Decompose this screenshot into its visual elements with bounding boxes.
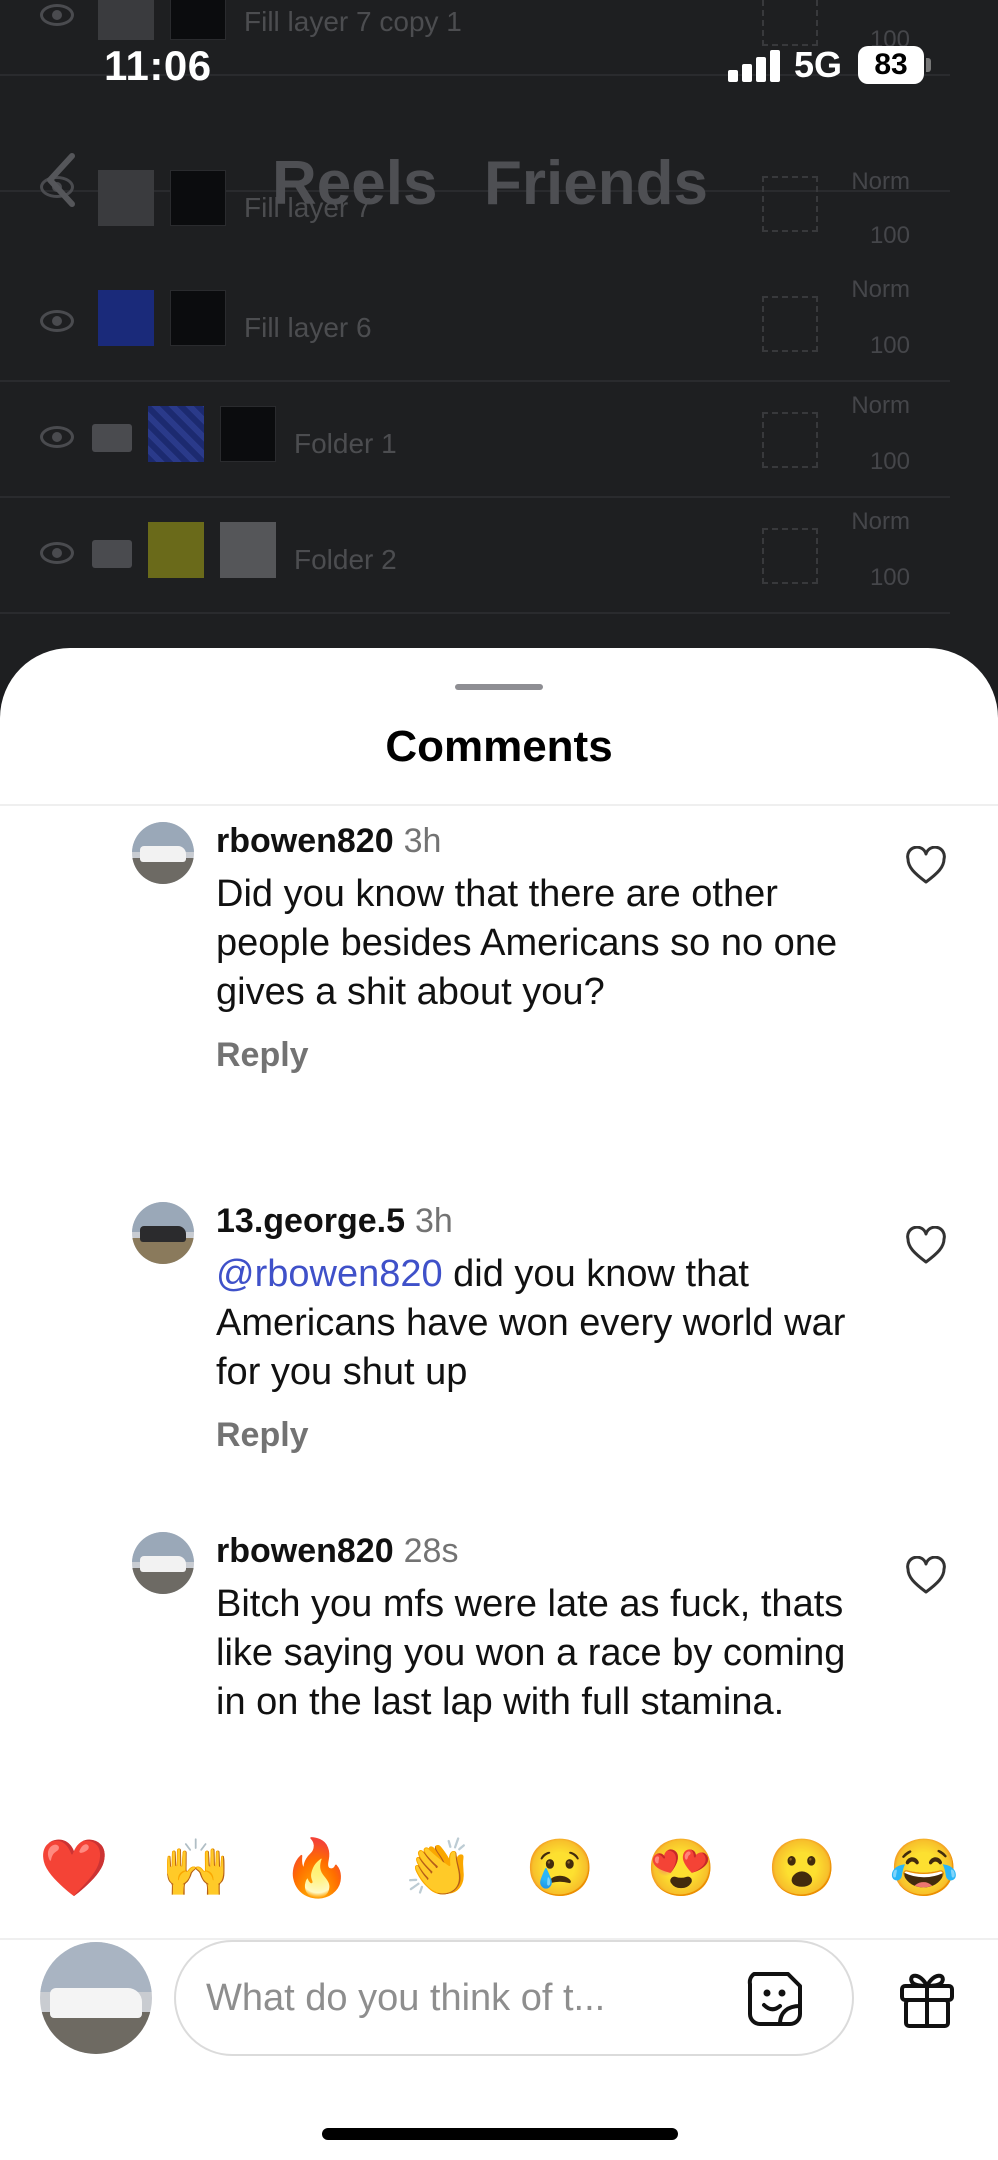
gift-icon[interactable]: [896, 1966, 958, 2030]
comment-time: 28s: [403, 1532, 459, 1570]
sheet-title: Comments: [385, 722, 613, 771]
reply-button[interactable]: Reply: [216, 1416, 309, 1455]
layer-opacity: 100: [869, 564, 910, 591]
emoji-reaction-heart-eyes[interactable]: 😍: [645, 1832, 717, 1904]
comment-body: Bitch you mfs were late as fuck, thats l…: [216, 1583, 846, 1723]
comment-text: Did you know that there are other people…: [216, 870, 876, 1017]
comment-username[interactable]: rbowen820: [216, 1532, 394, 1570]
comment-mention[interactable]: @rbowen820: [216, 1253, 443, 1295]
layer-slot: [762, 412, 818, 468]
layer-slot: [762, 296, 818, 352]
layer-thumbnail: [98, 290, 154, 346]
layer-thumbnail: [98, 170, 154, 226]
layer-thumbnail: [148, 522, 204, 578]
emoji-reaction-laughing[interactable]: 😂: [888, 1832, 960, 1904]
layer-name: Fill layer 6: [244, 312, 372, 343]
layer-mask-thumbnail: [170, 170, 226, 226]
layer-row: Folder 2 Norm 100: [0, 498, 950, 614]
layer-slot: [762, 528, 818, 584]
comment-input[interactable]: [206, 1968, 726, 2028]
layer-blend-mode: Norm: [851, 392, 910, 419]
heart-icon[interactable]: [904, 846, 948, 886]
layer-name: Folder 2: [294, 544, 397, 575]
avatar[interactable]: [132, 1202, 194, 1264]
comment-body: Did you know that there are other people…: [216, 873, 838, 1013]
comment-input-box[interactable]: [174, 1940, 854, 2056]
layer-blend-mode: Norm: [851, 276, 910, 303]
network-type: 5G: [794, 44, 843, 85]
status-bar: 11:06 5G 83: [0, 0, 998, 130]
comments-sheet: Comments rbowen820 3h Did you know that t…: [0, 648, 998, 2160]
my-avatar: [40, 1942, 152, 2054]
emoji-reaction-crying[interactable]: 😢: [524, 1832, 596, 1904]
comment-meta: 13.george.5 3h: [216, 1202, 453, 1241]
comment-time: 3h: [403, 822, 442, 860]
tab-friends[interactable]: Friends: [484, 148, 708, 219]
avatar[interactable]: [132, 822, 194, 884]
heart-icon[interactable]: [904, 1226, 948, 1266]
comments-list[interactable]: rbowen820 3h Did you know that there are …: [0, 806, 998, 1938]
layer-slot: [762, 176, 818, 232]
avatar[interactable]: [132, 1532, 194, 1594]
heart-icon[interactable]: [904, 1556, 948, 1596]
eye-icon: [40, 542, 74, 564]
status-time: 11:06: [104, 42, 212, 89]
layer-opacity: 100: [869, 448, 910, 475]
layer-blend-mode: Norm: [851, 168, 910, 195]
layer-mask-thumbnail: [220, 522, 276, 578]
battery-tip: [926, 58, 931, 72]
emoji-reaction-fire[interactable]: 🔥: [281, 1832, 353, 1904]
tab-reels[interactable]: Reels: [272, 148, 437, 219]
layer-opacity: 100: [869, 332, 910, 359]
emoji-reaction-surprised[interactable]: 😮: [766, 1832, 838, 1904]
emoji-reaction-clap[interactable]: 👏: [403, 1832, 475, 1904]
emoji-reaction-heart[interactable]: ❤️: [38, 1832, 110, 1904]
folder-icon: [92, 540, 132, 568]
sheet-grabber[interactable]: [455, 684, 543, 690]
cellular-signal-icon: [728, 48, 782, 82]
layer-name: Folder 1: [294, 428, 397, 459]
layer-opacity: 100: [869, 222, 910, 249]
comment-meta: rbowen820 28s: [216, 1532, 458, 1571]
reply-button[interactable]: Reply: [216, 1036, 309, 1075]
comment-meta: rbowen820 3h: [216, 822, 441, 861]
emoji-reaction-raised-hands[interactable]: 🙌: [160, 1832, 232, 1904]
home-indicator[interactable]: [322, 2128, 678, 2140]
layer-row: Fill layer 6 Norm 100: [0, 266, 950, 382]
comment-time: 3h: [414, 1202, 453, 1240]
comment-username[interactable]: rbowen820: [216, 822, 394, 860]
layer-thumbnail: [148, 406, 204, 462]
layer-blend-mode: Norm: [851, 508, 910, 535]
back-chevron-icon[interactable]: [42, 150, 82, 210]
battery-icon: 83: [858, 46, 924, 84]
folder-icon: [92, 424, 132, 452]
sticker-icon[interactable]: [744, 1968, 806, 2030]
comment-text: Bitch you mfs were late as fuck, thats l…: [216, 1580, 876, 1727]
eye-icon: [40, 310, 74, 332]
layer-row: Folder 1 Norm 100: [0, 382, 950, 498]
layer-mask-thumbnail: [220, 406, 276, 462]
layer-mask-thumbnail: [170, 290, 226, 346]
eye-icon: [40, 426, 74, 448]
comment-username[interactable]: 13.george.5: [216, 1202, 405, 1240]
comment-text: @rbowen820 did you know that Americans h…: [216, 1250, 876, 1397]
